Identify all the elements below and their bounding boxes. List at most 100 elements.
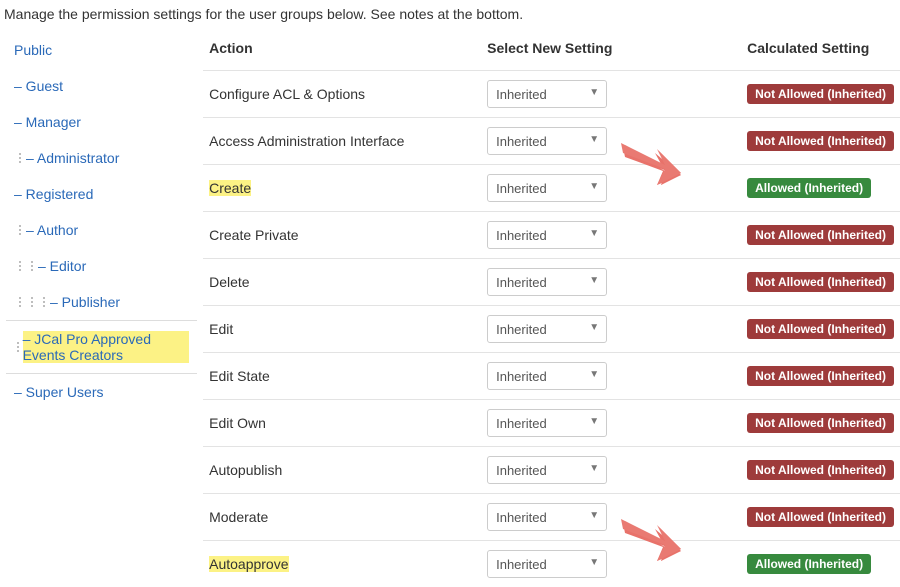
permission-setting-cell: Inherited [487,456,687,484]
permission-select[interactable]: Inherited [487,315,607,343]
status-badge-not-allowed: Not Allowed (Inherited) [747,366,894,386]
permission-setting-cell: Inherited [487,221,687,249]
tree-indent-icon [14,153,26,163]
status-badge-not-allowed: Not Allowed (Inherited) [747,507,894,527]
header-calc: Calculated Setting [687,40,894,56]
permission-select-wrap: Inherited [487,550,607,578]
usergroup-label: – JCal Pro Approved Events Creators [23,331,190,363]
permission-action-cell: Create [209,180,487,196]
usergroup-label: – Super Users [14,384,103,400]
usergroup-label: – Author [26,222,78,238]
usergroup-item[interactable]: – Registered [6,176,197,212]
permission-calculated-cell: Not Allowed (Inherited) [687,84,894,104]
usergroup-label: – Manager [14,114,81,130]
permission-action-label: Configure ACL & Options [209,86,365,102]
status-badge-allowed: Allowed (Inherited) [747,554,871,574]
usergroup-label: – Registered [14,186,93,202]
permission-select-wrap: Inherited [487,456,607,484]
tree-indent-icon [14,261,26,271]
permission-select[interactable]: Inherited [487,221,607,249]
permission-select[interactable]: Inherited [487,174,607,202]
tree-indent-icon [14,225,26,235]
status-badge-allowed: Allowed (Inherited) [747,178,871,198]
permission-select-wrap: Inherited [487,315,607,343]
permission-action-cell: Autoapprove [209,556,487,572]
permission-action-label: Autoapprove [209,556,288,572]
status-badge-not-allowed: Not Allowed (Inherited) [747,225,894,245]
permission-setting-cell: Inherited [487,503,687,531]
permission-row: AutopublishInheritedNot Allowed (Inherit… [203,446,900,493]
permission-select-wrap: Inherited [487,221,607,249]
header-setting: Select New Setting [487,40,687,56]
usergroup-item[interactable]: – Author [6,212,197,248]
usergroup-item[interactable]: – Super Users [6,374,197,410]
permissions-table: Action Select New Setting Calculated Set… [203,32,900,587]
usergroup-item[interactable]: – Guest [6,68,197,104]
permission-action-label: Edit State [209,368,270,384]
permission-select-wrap: Inherited [487,80,607,108]
usergroup-tree: Public– Guest – Manager – Administrator – R… [0,32,203,410]
page-description: Manage the permission settings for the u… [0,0,900,32]
permission-row: Create PrivateInherited Not Allowed (Inhe… [203,211,900,258]
tree-indent-icon [26,261,38,271]
permission-action-label: Access Administration Interface [209,133,404,149]
permission-setting-cell: Inherited [487,409,687,437]
permission-calculated-cell: Not Allowed (Inherited) [687,413,894,433]
permission-row: Edit Own Inherited Not Allowed (Inherited) [203,399,900,446]
permission-select-wrap: Inherited [487,174,607,202]
usergroup-item[interactable]: – Manager [6,104,197,140]
permission-action-cell: Create Private [209,227,487,243]
permission-row: Delete Inherited Not Allowed (Inherited) [203,258,900,305]
permission-action-cell: Edit [209,321,487,337]
permission-action-cell: Delete [209,274,487,290]
permission-select[interactable]: Inherited [487,80,607,108]
permission-setting-cell: Inherited [487,174,687,202]
usergroup-item[interactable]: – Editor [6,248,197,284]
permission-setting-cell: Inherited [487,80,687,108]
permission-select-wrap: Inherited [487,127,607,155]
permission-select[interactable]: Inherited [487,456,607,484]
permission-action-label: Create [209,180,251,196]
usergroup-label: – Editor [38,258,86,274]
permission-select[interactable]: Inherited [487,268,607,296]
permission-action-cell: Edit Own [209,415,487,431]
permission-calculated-cell: Allowed (Inherited) [687,178,894,198]
permissions-layout: Public– Guest – Manager – Administrator – R… [0,32,900,587]
permission-action-label: Edit Own [209,415,266,431]
permission-calculated-cell: Not Allowed (Inherited) [687,460,894,480]
status-badge-not-allowed: Not Allowed (Inherited) [747,131,894,151]
permissions-table-header: Action Select New Setting Calculated Set… [203,32,900,70]
usergroup-label: – Administrator [26,150,119,166]
permission-calculated-cell: Allowed (Inherited) [687,554,894,574]
permission-calculated-cell: Not Allowed (Inherited) [687,131,894,151]
permission-select[interactable]: Inherited [487,409,607,437]
permission-setting-cell: Inherited [487,315,687,343]
permission-action-label: Delete [209,274,249,290]
usergroup-item[interactable]: – Administrator [6,140,197,176]
tree-indent-icon [14,297,26,307]
permission-setting-cell: Inherited [487,127,687,155]
usergroup-item[interactable]: – JCal Pro Approved Events Creators [6,320,197,374]
permission-select[interactable]: Inherited [487,550,607,578]
status-badge-not-allowed: Not Allowed (Inherited) [747,84,894,104]
status-badge-not-allowed: Not Allowed (Inherited) [747,413,894,433]
permission-calculated-cell: Not Allowed (Inherited) [687,225,894,245]
permission-select[interactable]: Inherited [487,127,607,155]
permission-row: EditInheritedNot Allowed (Inherited) [203,305,900,352]
permission-action-label: Moderate [209,509,268,525]
usergroup-item[interactable]: Public [6,32,197,68]
permission-setting-cell: Inherited [487,268,687,296]
permission-select[interactable]: Inherited [487,503,607,531]
permission-select-wrap: Inherited [487,268,607,296]
usergroup-label: – Publisher [50,294,120,310]
permission-row: Configure ACL & Options Inherited Not Allo… [203,70,900,117]
usergroup-item[interactable]: – Publisher [6,284,197,320]
permission-row: Access Administration Interface Inherited… [203,117,900,164]
tree-indent-icon [26,297,38,307]
tree-indent-icon [38,297,50,307]
permission-action-cell: Access Administration Interface [209,133,487,149]
status-badge-not-allowed: Not Allowed (Inherited) [747,272,894,292]
permission-calculated-cell: Not Allowed (Inherited) [687,366,894,386]
permission-select[interactable]: Inherited [487,362,607,390]
permission-row: Edit State Inherited Not Allowed (Inherite… [203,352,900,399]
